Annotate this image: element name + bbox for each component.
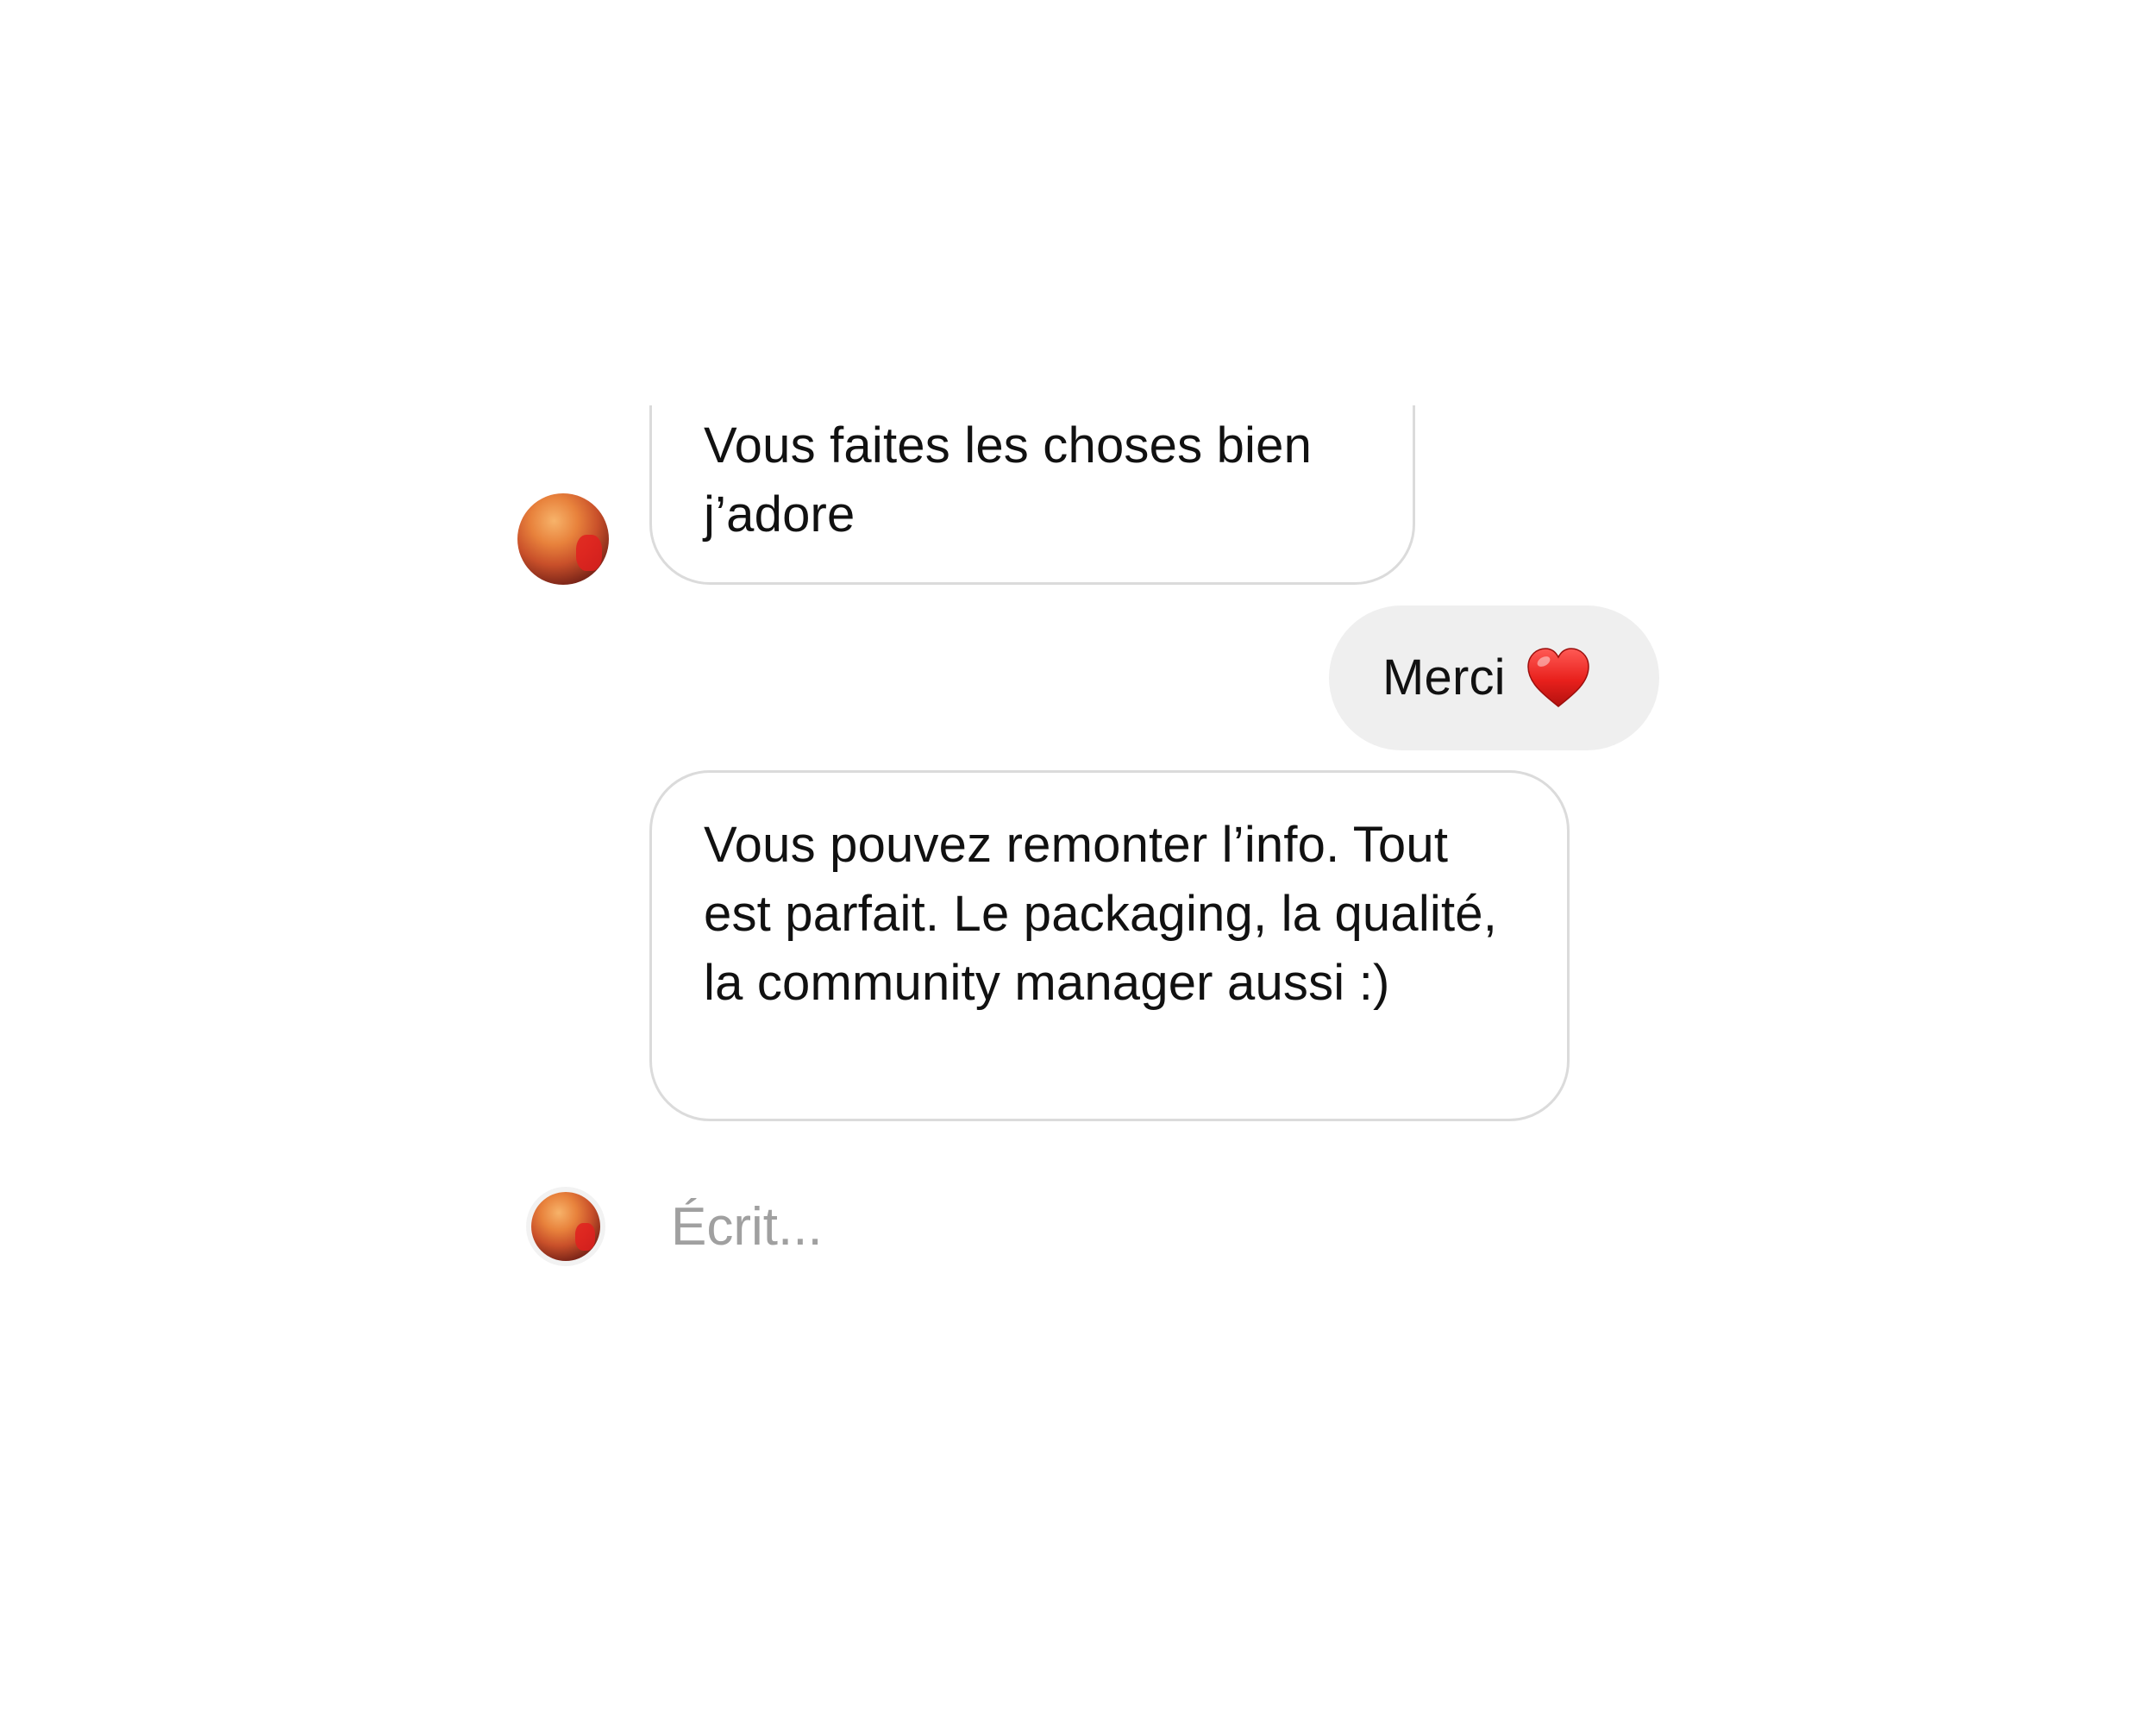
message-text: Merci <box>1382 649 1506 706</box>
message-text: Vous pouvez remonter l’info. Tout est pa… <box>704 817 1498 1011</box>
composer-avatar <box>531 1192 600 1261</box>
message-bubble-incoming[interactable]: Vous pouvez remonter l’info. Tout est pa… <box>649 770 1570 1121</box>
message-thread: Vous faites les choses bien j’adore Merc… <box>0 0 2156 1725</box>
message-composer-input[interactable]: Écrit... <box>671 1190 823 1264</box>
message-bubble-outgoing[interactable]: Merci <box>1329 605 1659 750</box>
avatar[interactable] <box>517 493 609 585</box>
message-bubble-incoming[interactable]: Vous faites les choses bien j’adore <box>649 405 1415 585</box>
message-text: Vous faites les choses bien j’adore <box>704 417 1313 543</box>
heart-icon <box>1525 644 1592 712</box>
